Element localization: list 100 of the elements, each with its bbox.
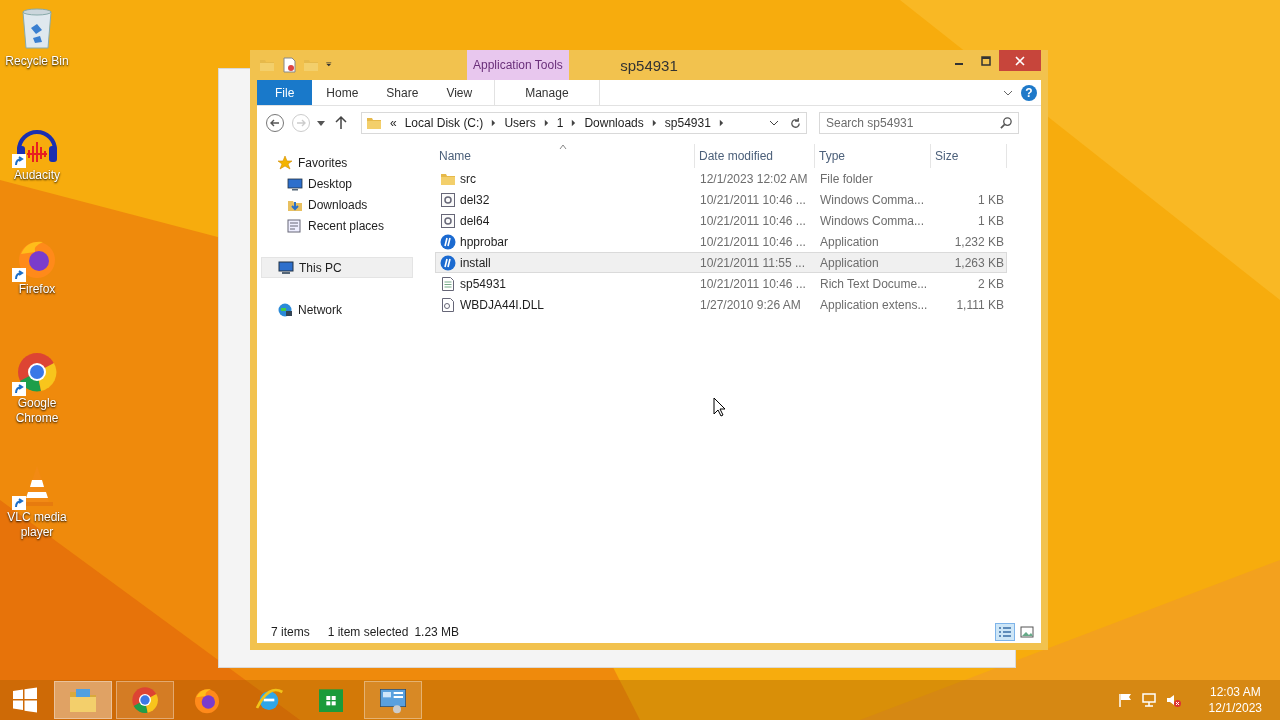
chevron-icon xyxy=(718,119,724,127)
volume-muted-icon[interactable] xyxy=(1164,692,1181,708)
selection-count: 1 item selected xyxy=(327,625,409,639)
network-icon[interactable] xyxy=(1140,692,1157,708)
folder-icon xyxy=(366,115,382,131)
chevron-icon xyxy=(651,119,657,127)
type-cell-text: Application xyxy=(819,234,880,249)
date-cell-text: 10/21/2011 10:46 ... xyxy=(699,213,807,228)
file-name: del64 xyxy=(460,213,490,228)
file-row[interactable]: hpprobar 10/21/2011 10:46 ... Application 1,232 KB xyxy=(435,231,1007,252)
type-cell-text: Application xyxy=(819,255,880,270)
sidebar-item[interactable]: Desktop xyxy=(261,173,413,194)
sidebar-item[interactable]: Downloads xyxy=(261,194,413,215)
mouse-cursor-icon xyxy=(713,397,726,417)
chevron-icon xyxy=(543,119,549,127)
file-row[interactable]: src 12/1/2023 12:02 AM File folder xyxy=(435,168,1007,189)
desktop-icon xyxy=(287,175,303,192)
column-header[interactable]: Name xyxy=(435,144,695,168)
star-icon xyxy=(277,154,293,171)
properties-icon[interactable] xyxy=(281,57,297,73)
column-header[interactable]: Date modified xyxy=(695,144,815,168)
date-cell-text: 12/1/2023 12:02 AM xyxy=(699,171,809,186)
file-row[interactable]: install 10/21/2011 11:55 ... Application 1,263 KB xyxy=(435,252,1007,273)
chevron-icon xyxy=(491,119,497,127)
type-cell-text: File folder xyxy=(819,171,874,186)
breadcrumb[interactable]: Local Disk (C:) xyxy=(404,116,484,130)
breadcrumb[interactable]: Downloads xyxy=(584,116,644,130)
overflow-crumb[interactable]: « xyxy=(390,116,397,130)
date-cell-text: 10/21/2011 10:46 ... xyxy=(699,234,807,249)
document-file-icon xyxy=(440,275,456,292)
details-list-icon xyxy=(998,626,1012,638)
file-tab[interactable]: File xyxy=(257,80,313,105)
context-tab-group: Application Tools xyxy=(467,50,569,80)
taskbar-app-button[interactable] xyxy=(364,681,422,719)
refresh-icon[interactable] xyxy=(789,116,802,130)
file-row[interactable]: del64 10/21/2011 10:46 ... Windows Comma... 1 KB xyxy=(435,210,1007,231)
size-cell-text: 2 KB xyxy=(977,276,1005,291)
app-file-icon xyxy=(440,233,456,250)
column-header[interactable]: Type xyxy=(815,144,931,168)
search-field[interactable]: Search sp54931 xyxy=(819,112,1019,134)
ribbon-tab[interactable]: View xyxy=(432,80,487,105)
file-name: del32 xyxy=(460,192,490,207)
file-name: hpprobar xyxy=(460,234,509,249)
pc-icon xyxy=(278,259,294,276)
maximize-icon xyxy=(980,55,991,66)
type-cell-text: Windows Comma... xyxy=(819,213,926,228)
script-file-icon xyxy=(440,212,456,229)
size-cell-text: 1 KB xyxy=(977,213,1005,228)
recent-locations-caret-icon[interactable] xyxy=(317,120,325,126)
file-row[interactable]: WBDJA44I.DLL 1/27/2010 9:26 AM Application extens... 1,111 KB xyxy=(435,294,1007,315)
help-button[interactable]: ? xyxy=(1021,84,1037,101)
date-cell-text: 10/21/2011 10:46 ... xyxy=(699,192,807,207)
date-cell-text: 10/21/2011 10:46 ... xyxy=(699,276,807,291)
type-cell-text: Rich Text Docume... xyxy=(819,276,929,291)
file-row[interactable]: sp54931 10/21/2011 10:46 ... Rich Text Docume... 2 KB xyxy=(435,273,1007,294)
breadcrumb[interactable]: sp54931 xyxy=(664,116,711,130)
file-name: src xyxy=(460,171,476,186)
size-cell-text: 1,263 KB xyxy=(953,255,1005,270)
expand-ribbon-icon[interactable] xyxy=(1003,89,1013,96)
type-cell-text: Application extens... xyxy=(819,297,929,312)
chrome-app-icon xyxy=(129,684,161,716)
details-view-button[interactable] xyxy=(995,623,1015,641)
dll-file-icon xyxy=(440,296,456,313)
address-bar[interactable]: « Local Disk (C:) Users 1 Downloads sp54931 xyxy=(361,112,807,134)
selection-size: 1.23 MB xyxy=(414,625,460,639)
size-cell-text: 1,232 KB xyxy=(953,234,1005,249)
app-file-icon xyxy=(440,254,456,271)
dropdown-caret-icon[interactable] xyxy=(769,120,779,126)
date-cell-text: 10/21/2011 11:55 ... xyxy=(699,255,806,270)
script-file-icon xyxy=(440,191,456,208)
large-icons-view-button[interactable] xyxy=(1017,623,1037,641)
back-button[interactable] xyxy=(265,113,285,133)
sidebar-item[interactable]: Network xyxy=(261,299,413,320)
sidebar-item[interactable]: Recent places xyxy=(261,215,413,236)
breadcrumb[interactable]: 1 xyxy=(556,116,564,130)
file-name: install xyxy=(460,255,491,270)
chevron-icon xyxy=(571,119,577,127)
column-header[interactable]: Size xyxy=(931,144,1007,168)
flag-icon[interactable] xyxy=(1116,692,1133,708)
minimize-icon xyxy=(954,62,963,65)
date-cell-text: 1/27/2010 9:26 AM xyxy=(699,297,802,312)
close-icon xyxy=(1015,55,1025,66)
sidebar-item[interactable]: This PC xyxy=(261,257,413,278)
file-row[interactable]: del32 10/21/2011 10:46 ... Windows Comma... 1 KB xyxy=(435,189,1007,210)
file-name: sp54931 xyxy=(460,276,507,291)
file-name: WBDJA44I.DLL xyxy=(460,297,545,312)
size-cell-text: 1 KB xyxy=(977,192,1005,207)
window-title: sp54931 xyxy=(620,56,678,74)
network-icon xyxy=(277,301,293,318)
size-cell-text: 1,111 KB xyxy=(955,297,1005,312)
sidebar-item[interactable]: Favorites xyxy=(261,152,413,173)
windows-logo-icon xyxy=(12,687,38,713)
ribbon-tab[interactable]: Home xyxy=(312,80,373,105)
taskbar-app-button[interactable] xyxy=(116,681,174,719)
breadcrumb[interactable]: Users xyxy=(504,116,536,130)
sort-ascending-icon xyxy=(559,144,567,149)
ribbon-tab[interactable]: Share xyxy=(372,80,433,105)
image-icon xyxy=(1020,626,1034,638)
search-icon xyxy=(1000,116,1013,129)
recent-icon xyxy=(287,217,303,234)
